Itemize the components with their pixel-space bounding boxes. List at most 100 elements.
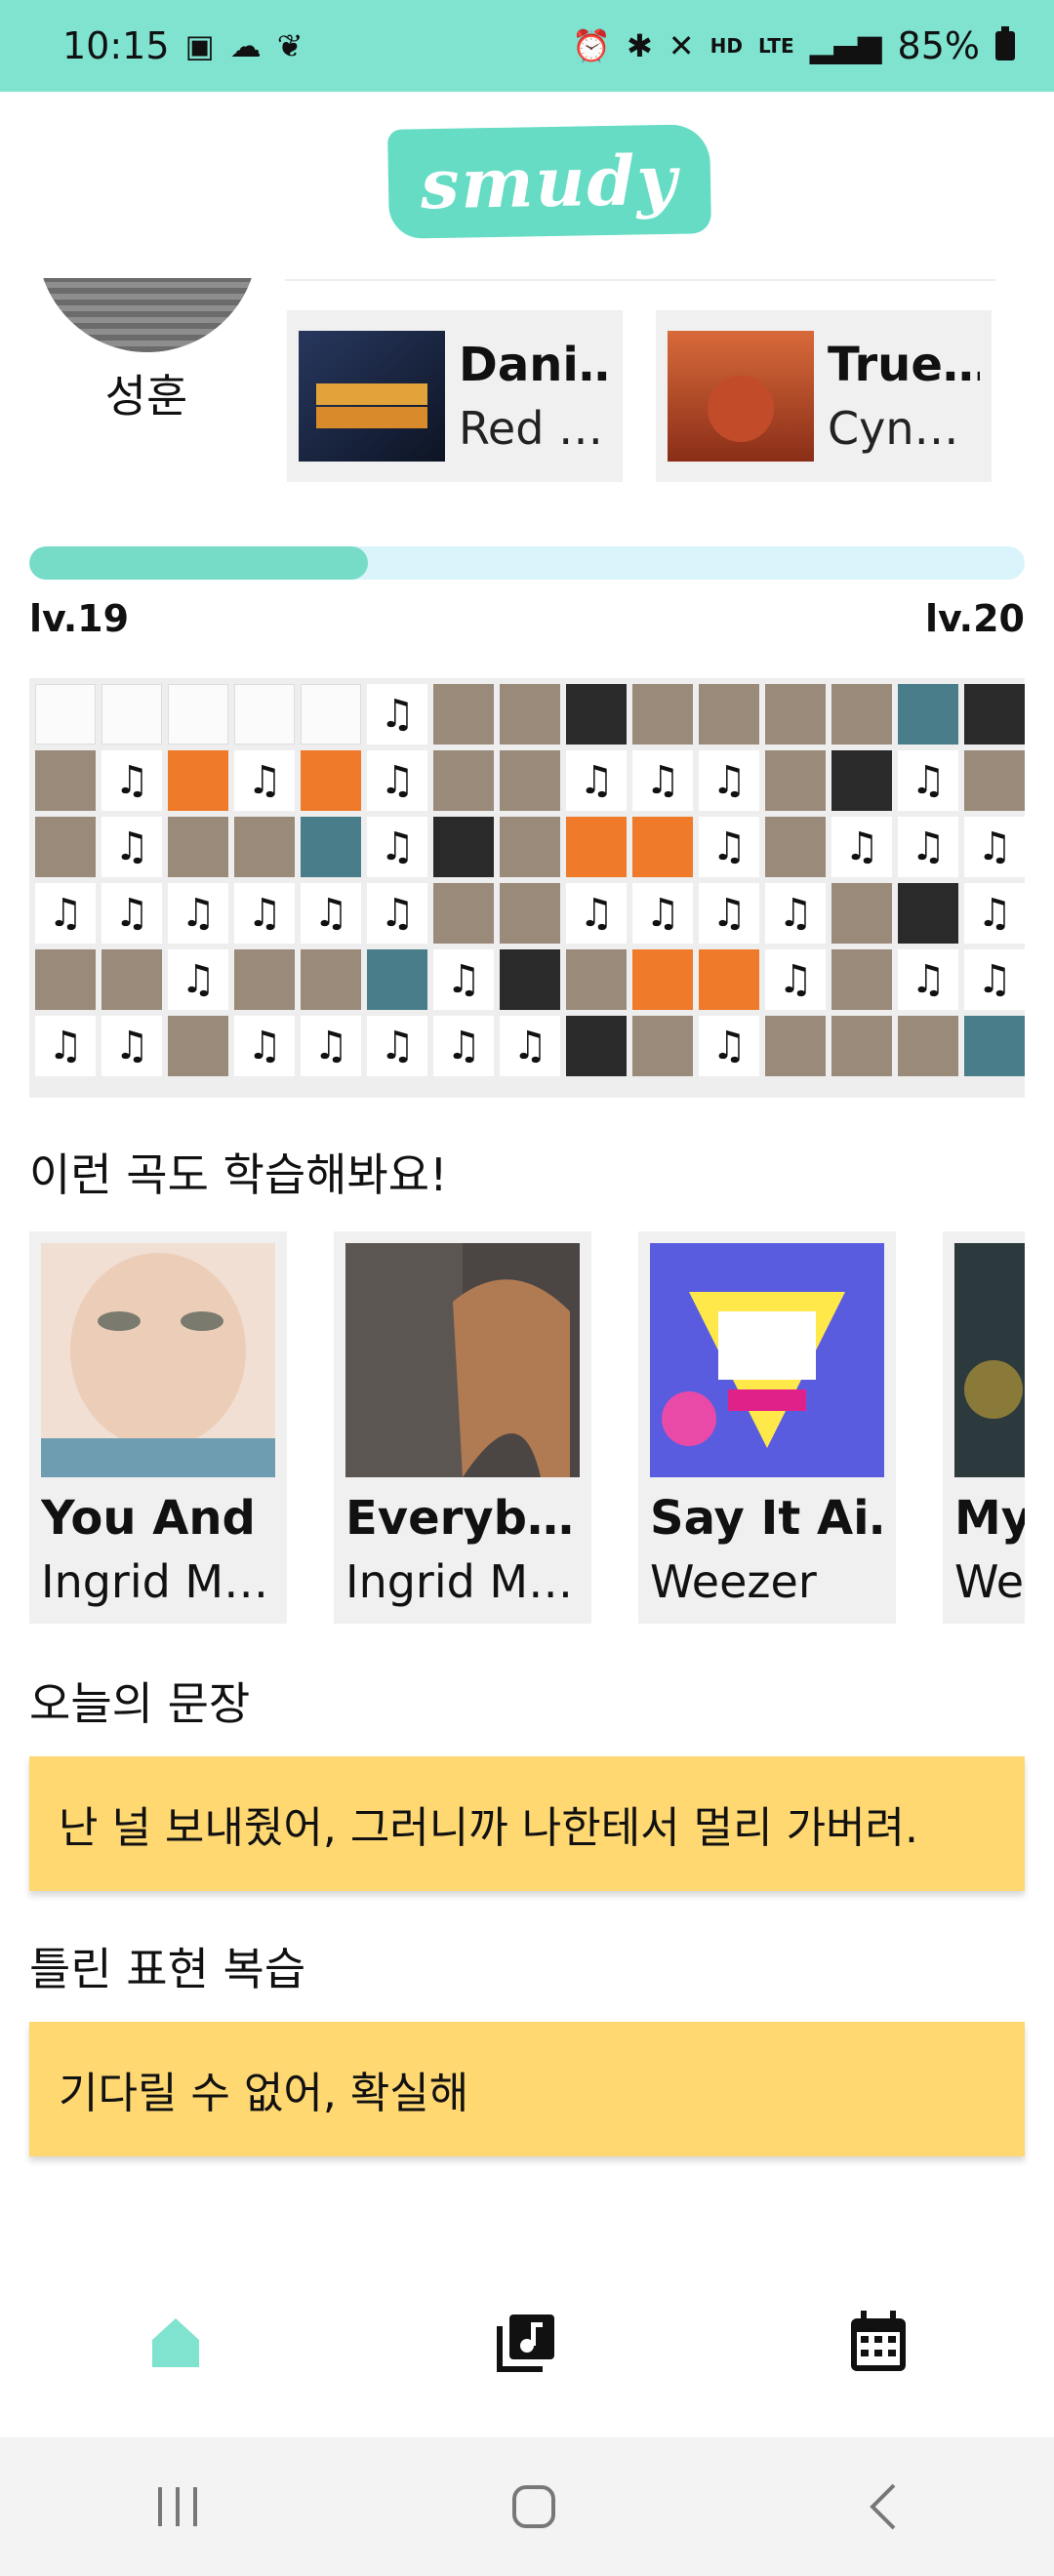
- music-note-icon[interactable]: ♫: [367, 883, 427, 944]
- music-note-icon[interactable]: ♫: [234, 883, 295, 944]
- music-note-icon[interactable]: ♫: [699, 1016, 759, 1076]
- album-thumbnail[interactable]: [433, 750, 494, 811]
- music-note-icon[interactable]: ♫: [234, 1016, 295, 1076]
- music-note-icon[interactable]: ♫: [367, 684, 427, 745]
- music-note-icon[interactable]: ♫: [699, 750, 759, 811]
- album-thumbnail[interactable]: [101, 684, 162, 745]
- album-thumbnail[interactable]: [632, 1016, 693, 1076]
- music-note-icon[interactable]: ♫: [765, 949, 826, 1010]
- album-thumbnail[interactable]: [898, 1016, 958, 1076]
- avatar[interactable]: [37, 278, 258, 354]
- today-sentence-card[interactable]: 난 널 보내줬어, 그러니까 나한테서 멀리 가버려.: [29, 1756, 1025, 1891]
- album-thumbnail[interactable]: [632, 949, 693, 1010]
- favorite-song-card[interactable]: Dani… Red …: [287, 310, 623, 482]
- album-thumbnail[interactable]: [500, 750, 560, 811]
- album-thumbnail[interactable]: [964, 750, 1025, 811]
- music-note-icon[interactable]: ♫: [101, 883, 162, 944]
- album-thumbnail[interactable]: [699, 684, 759, 745]
- album-thumbnail[interactable]: [898, 684, 958, 745]
- music-note-icon[interactable]: ♫: [367, 750, 427, 811]
- music-note-icon[interactable]: ♫: [831, 817, 892, 877]
- album-thumbnail[interactable]: [35, 817, 96, 877]
- back-icon[interactable]: [865, 2481, 900, 2532]
- favorite-song-card[interactable]: True… Cyn…: [656, 310, 992, 482]
- album-thumbnail[interactable]: [765, 750, 826, 811]
- music-note-icon[interactable]: ♫: [168, 949, 228, 1010]
- album-thumbnail[interactable]: [500, 949, 560, 1010]
- music-note-icon[interactable]: ♫: [632, 750, 693, 811]
- music-note-icon[interactable]: ♫: [898, 949, 958, 1010]
- album-thumbnail[interactable]: [500, 684, 560, 745]
- album-thumbnail[interactable]: [301, 750, 361, 811]
- album-thumbnail[interactable]: [168, 1016, 228, 1076]
- album-thumbnail[interactable]: [898, 883, 958, 944]
- music-note-icon[interactable]: ♫: [35, 883, 96, 944]
- album-thumbnail[interactable]: [699, 949, 759, 1010]
- music-note-icon[interactable]: ♫: [566, 883, 627, 944]
- album-thumbnail[interactable]: [831, 949, 892, 1010]
- album-thumbnail[interactable]: [831, 1016, 892, 1076]
- album-thumbnail[interactable]: [632, 817, 693, 877]
- album-thumbnail[interactable]: [301, 684, 361, 745]
- music-note-icon[interactable]: ♫: [898, 750, 958, 811]
- music-note-icon[interactable]: ♫: [101, 1016, 162, 1076]
- album-thumbnail[interactable]: [101, 949, 162, 1010]
- nav-calendar[interactable]: [820, 2283, 937, 2400]
- music-note-icon[interactable]: ♫: [234, 750, 295, 811]
- album-thumbnail[interactable]: [765, 684, 826, 745]
- music-note-icon[interactable]: ♫: [367, 817, 427, 877]
- music-note-icon[interactable]: ♫: [699, 817, 759, 877]
- album-thumbnail[interactable]: [566, 1016, 627, 1076]
- album-thumbnail[interactable]: [964, 684, 1025, 745]
- nav-music-library[interactable]: [468, 2283, 586, 2400]
- album-thumbnail[interactable]: [234, 817, 295, 877]
- album-thumbnail[interactable]: [301, 817, 361, 877]
- music-note-icon[interactable]: ♫: [433, 1016, 494, 1076]
- album-thumbnail[interactable]: [35, 684, 96, 745]
- album-thumbnail[interactable]: [433, 883, 494, 944]
- album-thumbnail[interactable]: [433, 817, 494, 877]
- album-thumbnail[interactable]: [168, 817, 228, 877]
- recent-apps-icon[interactable]: [154, 2485, 203, 2528]
- music-note-icon[interactable]: ♫: [699, 883, 759, 944]
- album-thumbnail[interactable]: [765, 817, 826, 877]
- recommended-song-card[interactable]: Say It Ai… Weezer: [638, 1231, 896, 1624]
- recommended-song-card[interactable]: Everyb… Ingrid M…: [334, 1231, 591, 1624]
- home-button-icon[interactable]: [510, 2483, 557, 2530]
- music-note-icon[interactable]: ♫: [566, 750, 627, 811]
- music-note-icon[interactable]: ♫: [367, 1016, 427, 1076]
- music-note-icon[interactable]: ♫: [35, 1016, 96, 1076]
- music-note-icon[interactable]: ♫: [898, 817, 958, 877]
- music-note-icon[interactable]: ♫: [964, 883, 1025, 944]
- album-thumbnail[interactable]: [35, 750, 96, 811]
- album-thumbnail[interactable]: [500, 817, 560, 877]
- nav-home[interactable]: [117, 2283, 234, 2400]
- album-thumbnail[interactable]: [367, 949, 427, 1010]
- album-thumbnail[interactable]: [500, 883, 560, 944]
- album-thumbnail[interactable]: [168, 684, 228, 745]
- music-note-icon[interactable]: ♫: [964, 949, 1025, 1010]
- album-thumbnail[interactable]: [765, 1016, 826, 1076]
- review-sentence-card[interactable]: 기다릴 수 없어, 확실해: [29, 2022, 1025, 2156]
- album-thumbnail[interactable]: [831, 684, 892, 745]
- recommended-song-card[interactable]: You And I Ingrid M…: [29, 1231, 287, 1624]
- album-thumbnail[interactable]: [433, 684, 494, 745]
- album-thumbnail[interactable]: [831, 883, 892, 944]
- album-thumbnail[interactable]: [566, 949, 627, 1010]
- album-thumbnail[interactable]: [831, 750, 892, 811]
- music-note-icon[interactable]: ♫: [632, 883, 693, 944]
- music-note-icon[interactable]: ♫: [500, 1016, 560, 1076]
- album-thumbnail[interactable]: [964, 1016, 1025, 1076]
- music-note-icon[interactable]: ♫: [301, 883, 361, 944]
- music-note-icon[interactable]: ♫: [101, 817, 162, 877]
- recommended-song-card[interactable]: My We: [943, 1231, 1025, 1624]
- music-note-icon[interactable]: ♫: [433, 949, 494, 1010]
- music-note-icon[interactable]: ♫: [964, 817, 1025, 877]
- album-thumbnail[interactable]: [234, 684, 295, 745]
- album-thumbnail[interactable]: [168, 750, 228, 811]
- album-thumbnail[interactable]: [234, 949, 295, 1010]
- music-note-icon[interactable]: ♫: [301, 1016, 361, 1076]
- album-thumbnail[interactable]: [632, 684, 693, 745]
- music-note-icon[interactable]: ♫: [765, 883, 826, 944]
- album-thumbnail[interactable]: [566, 817, 627, 877]
